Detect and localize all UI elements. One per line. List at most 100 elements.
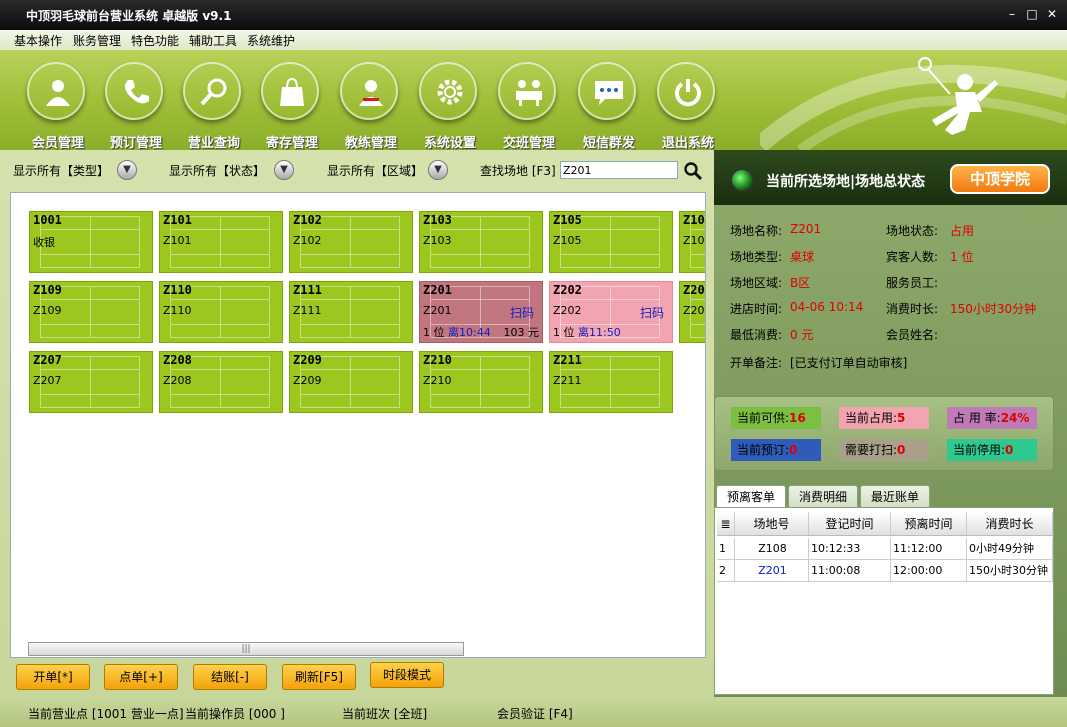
booking-management-button[interactable]: 预订管理: [101, 60, 171, 151]
add-item-button[interactable]: 点单[+]: [104, 664, 178, 690]
column-header[interactable]: 场地号: [735, 512, 809, 536]
menu-features[interactable]: 特色功能: [131, 32, 179, 49]
court-tile[interactable]: Z210 Z210: [419, 351, 543, 413]
menu-tools[interactable]: 辅助工具: [189, 32, 237, 49]
count-value: 0: [897, 443, 906, 457]
court-tile[interactable]: Z20 Z203: [679, 281, 705, 343]
status-shift: 当前班次 [全班]: [342, 707, 428, 721]
time-slot-mode-button[interactable]: 时段模式: [370, 662, 444, 688]
sms-broadcast-button[interactable]: 短信群发: [574, 60, 644, 151]
duration-value: 150小时30分钟: [950, 302, 1037, 316]
tab-departing-orders[interactable]: 预离客单: [716, 485, 786, 509]
court-tile[interactable]: Z10 Z106: [679, 211, 705, 273]
court-code: Z109: [33, 304, 62, 317]
count-value: 0: [789, 443, 798, 457]
tab-recent-bills[interactable]: 最近账单: [860, 485, 930, 509]
toolbar: 会员管理 预订管理 营业查询 寄存管理 教练管理 系统设置 交班管理 短信群发 …: [0, 50, 1067, 151]
table-cell[interactable]: Z201: [735, 560, 809, 582]
business-query-button[interactable]: 营业查询: [179, 60, 249, 151]
status-operator: 当前操作员 [000 ]: [185, 707, 285, 721]
column-header[interactable]: 登记时间: [809, 512, 891, 536]
court-code: Z103: [423, 234, 452, 247]
close-button[interactable]: ✕: [1044, 6, 1060, 22]
enter-time-label: 进店时间:: [730, 302, 783, 316]
court-type-value: 桌球: [790, 250, 815, 264]
coach-management-button[interactable]: 教练管理: [336, 60, 406, 151]
minimize-button[interactable]: –: [1004, 6, 1020, 22]
scan-code-link[interactable]: 扫码: [640, 304, 664, 321]
count-value: 24%: [1000, 411, 1030, 425]
status-member-verify: 会员验证 [F4]: [497, 707, 573, 721]
court-tile[interactable]: Z103 Z103: [419, 211, 543, 273]
refresh-button[interactable]: 刷新[F5]: [282, 664, 356, 690]
detail-tabs: 预离客单 消费明细 最近账单: [714, 483, 1054, 509]
court-tile[interactable]: Z209 Z209: [289, 351, 413, 413]
court-tile[interactable]: Z110 Z110: [159, 281, 283, 343]
court-grid: 1001 收银 Z101 Z101 Z102 Z102 Z103 Z103 Z105 Z105 Z1…: [10, 192, 706, 658]
scan-code-link[interactable]: 扫码: [510, 304, 534, 321]
staff-label: 服务员工:: [886, 276, 939, 290]
exit-system-button[interactable]: 退出系统: [653, 60, 723, 151]
court-tile[interactable]: Z111 Z111: [289, 281, 413, 343]
court-name: Z211: [553, 353, 582, 367]
court-tile[interactable]: 1001 收银: [29, 211, 153, 273]
court-tile[interactable]: Z211 Z211: [549, 351, 673, 413]
court-name-value: Z201: [790, 222, 822, 236]
guest-count-label: 宾客人数:: [886, 250, 939, 264]
occupancy-rate: 占 用 率:24%: [947, 407, 1037, 429]
leave-time: 离11:50: [578, 326, 621, 339]
court-area-label: 场地区域:: [730, 276, 783, 290]
court-tile[interactable]: Z105 Z105: [549, 211, 673, 273]
column-header[interactable]: 预离时间: [891, 512, 967, 536]
area-filter-dropdown[interactable]: ▼: [428, 160, 448, 180]
court-tile[interactable]: Z207 Z207: [29, 351, 153, 413]
bag-icon: [261, 62, 319, 120]
menu-basic[interactable]: 基本操作: [14, 32, 62, 49]
storage-management-button[interactable]: 寄存管理: [257, 60, 327, 151]
court-name: Z20: [683, 283, 705, 297]
table-cell: 2: [717, 560, 735, 582]
court-tile[interactable]: Z208 Z208: [159, 351, 283, 413]
message-icon: [578, 62, 636, 120]
brand-logo-button[interactable]: 中顶学院: [950, 164, 1050, 194]
court-tile[interactable]: Z109 Z109: [29, 281, 153, 343]
table-cell[interactable]: Z108: [735, 538, 809, 560]
tab-consumption-detail[interactable]: 消费明细: [788, 485, 858, 509]
status-panel-header: 当前所选场地|场地总状态 中顶学院: [714, 150, 1067, 205]
court-name: Z105: [553, 213, 582, 227]
court-name: Z207: [33, 353, 62, 367]
court-name: Z110: [163, 283, 192, 297]
min-spend-label: 最低消费:: [730, 328, 783, 342]
status-led-icon: [730, 168, 754, 192]
people-count: 1 位: [553, 326, 575, 339]
available-count: 当前可供:16: [731, 407, 821, 429]
checkout-button[interactable]: 结账[-]: [193, 664, 267, 690]
menu-accounts[interactable]: 账务管理: [73, 32, 121, 49]
court-name: Z103: [423, 213, 452, 227]
court-tile[interactable]: Z201 Z201 扫码 1 位 离10:44 103 元: [419, 281, 543, 343]
maximize-button[interactable]: □: [1024, 6, 1040, 22]
court-tile[interactable]: Z101 Z101: [159, 211, 283, 273]
shift-handover-button[interactable]: 交班管理: [494, 60, 564, 151]
court-name: Z209: [293, 353, 322, 367]
chevron-down-icon: ▼: [434, 164, 442, 175]
status-filter-dropdown[interactable]: ▼: [274, 160, 294, 180]
leave-time: 离10:44: [448, 326, 491, 339]
system-settings-button[interactable]: 系统设置: [415, 60, 485, 151]
court-tile[interactable]: Z202 Z202 扫码 1 位 离11:50: [549, 281, 673, 343]
court-status-value: 占用: [950, 224, 975, 238]
type-filter-dropdown[interactable]: ▼: [117, 160, 137, 180]
horizontal-scrollbar[interactable]: |||: [28, 642, 464, 656]
court-code: Z201: [423, 304, 452, 317]
search-icon[interactable]: [683, 161, 703, 181]
open-order-button[interactable]: 开单[*]: [16, 664, 90, 690]
magnifier-icon: [183, 62, 241, 120]
member-management-button[interactable]: 会员管理: [23, 60, 93, 151]
menu-maintenance[interactable]: 系统维护: [247, 32, 295, 49]
column-header[interactable]: 消费时长: [967, 512, 1053, 536]
search-input[interactable]: [560, 161, 678, 179]
count-label: 当前停用:: [953, 443, 1006, 457]
court-tile[interactable]: Z102 Z102: [289, 211, 413, 273]
court-status-panel: 当前所选场地|场地总状态 中顶学院 场地名称: Z201 场地状态: 占用 场地…: [714, 150, 1067, 697]
court-code: 收银: [33, 236, 55, 249]
